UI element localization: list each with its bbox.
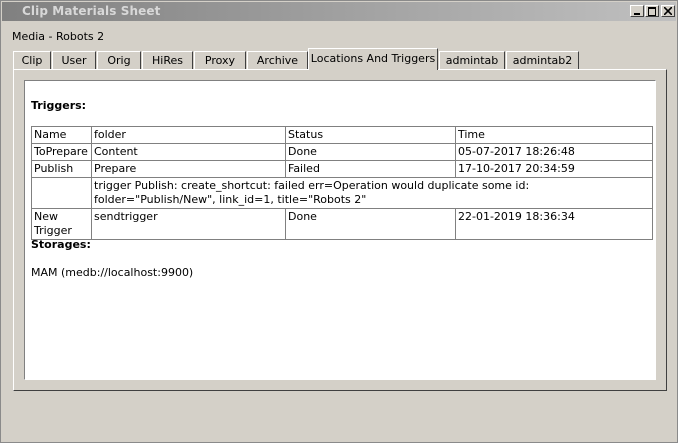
- title-bar[interactable]: Clip Materials Sheet: [2, 2, 676, 21]
- storages-heading: Storages:: [31, 238, 91, 251]
- trigger-folder: sendtrigger: [91, 208, 286, 240]
- tab-locations-and-triggers[interactable]: Locations And Triggers: [308, 48, 438, 70]
- trigger-name: New Trigger: [31, 208, 92, 240]
- tab-panel: Triggers: Name folder Status Time ToPrep…: [13, 69, 667, 391]
- trigger-name: ToPrepare: [31, 143, 92, 161]
- minimize-button[interactable]: [630, 5, 644, 17]
- tab-proxy[interactable]: Proxy: [194, 51, 246, 69]
- clip-materials-window: Clip Materials Sheet Media - Robots 2 Cl…: [0, 0, 678, 443]
- column-header-folder: folder: [91, 126, 286, 144]
- close-icon: [664, 7, 672, 15]
- locations-triggers-content: Triggers: Name folder Status Time ToPrep…: [24, 80, 656, 380]
- table-header-row: Name folder Status Time: [31, 126, 653, 144]
- maximize-icon: [648, 7, 656, 16]
- tab-clip[interactable]: Clip: [13, 51, 51, 69]
- triggers-table: Name folder Status Time ToPrepare Conten…: [31, 126, 653, 240]
- maximize-button[interactable]: [645, 5, 659, 17]
- tab-archive[interactable]: Archive: [247, 51, 308, 69]
- tab-orig[interactable]: Orig: [97, 51, 141, 69]
- trigger-time: 17-10-2017 20:34:59: [455, 160, 653, 178]
- trigger-folder: Prepare: [91, 160, 286, 178]
- trigger-time: 22-01-2019 18:36:34: [455, 208, 653, 240]
- trigger-name: Publish: [31, 160, 92, 178]
- triggers-heading: Triggers:: [31, 99, 87, 112]
- empty-cell: [31, 177, 92, 209]
- table-row-detail: trigger Publish: create_shortcut: failed…: [31, 177, 653, 209]
- column-header-time: Time: [455, 126, 653, 144]
- column-header-status: Status: [285, 126, 456, 144]
- column-header-name: Name: [31, 126, 92, 144]
- table-row: New Trigger sendtrigger Done 22-01-2019 …: [31, 208, 653, 240]
- minimize-icon: [634, 13, 640, 15]
- table-row: ToPrepare Content Done 05-07-2017 18:26:…: [31, 143, 653, 161]
- trigger-status: Done: [285, 143, 456, 161]
- trigger-error-detail: trigger Publish: create_shortcut: failed…: [91, 177, 653, 209]
- trigger-status: Failed: [285, 160, 456, 178]
- trigger-time: 05-07-2017 18:26:48: [455, 143, 653, 161]
- tab-admintab2[interactable]: admintab2: [506, 51, 579, 69]
- trigger-status: Done: [285, 208, 456, 240]
- tab-hires[interactable]: HiRes: [142, 51, 193, 69]
- media-label: Media - Robots 2: [12, 30, 105, 43]
- trigger-folder: Content: [91, 143, 286, 161]
- tab-user[interactable]: User: [52, 51, 96, 69]
- tab-admintab[interactable]: admintab: [439, 51, 505, 69]
- table-row: Publish Prepare Failed 17-10-2017 20:34:…: [31, 160, 653, 178]
- window-title: Clip Materials Sheet: [22, 4, 161, 18]
- close-button[interactable]: [661, 5, 675, 17]
- storage-item: MAM (medb://localhost:9900): [31, 266, 194, 279]
